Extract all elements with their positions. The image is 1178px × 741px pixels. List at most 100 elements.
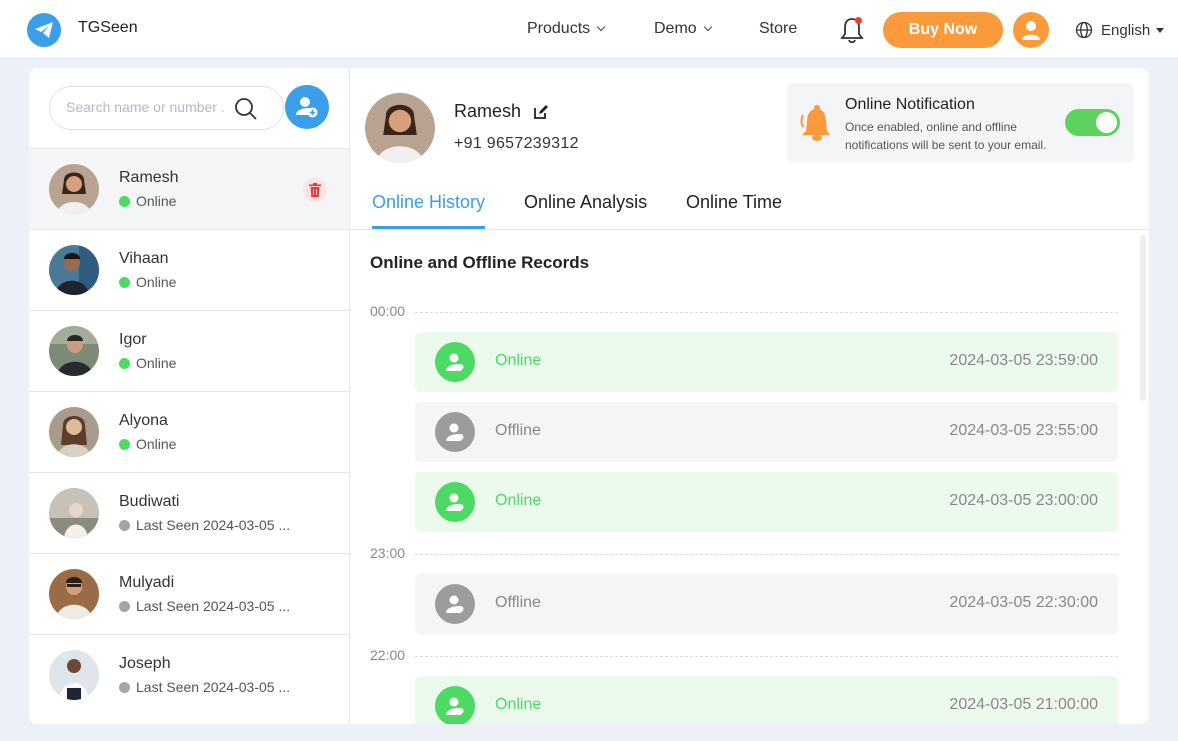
avatar: [49, 245, 99, 295]
contact-name: Igor: [119, 331, 147, 348]
contacts-sidebar: Ramesh Online: [29, 68, 350, 724]
record-time: 2024-03-05 23:00:00: [949, 492, 1098, 509]
contact-status: Last Seen 2024-03-05 ...: [119, 598, 290, 614]
avatar: [49, 650, 99, 700]
contact-item-mulyadi[interactable]: Mulyadi Last Seen 2024-03-05 ...: [29, 553, 349, 634]
records-timeline: 00:00 Online 2024-03-05 23:59:00 Offline…: [370, 300, 1118, 724]
contact-item-alyona[interactable]: Alyona Online: [29, 391, 349, 472]
user-status-icon: [435, 482, 475, 522]
contact-name: Vihaan: [119, 250, 169, 267]
contact-name: Ramesh: [119, 169, 179, 186]
contact-status: Last Seen 2024-03-05 ...: [119, 679, 290, 695]
offline-dot: [119, 519, 130, 531]
record-row: Offline 2024-03-05 23:55:00: [415, 402, 1118, 462]
contact-item-budiwati[interactable]: Budiwati Last Seen 2024-03-05 ...: [29, 472, 349, 553]
buy-now-button[interactable]: Buy Now: [883, 12, 1003, 48]
record-time: 2024-03-05 23:59:00: [949, 352, 1098, 369]
avatar: [49, 569, 99, 619]
status-text: Online: [136, 436, 177, 452]
nav-products[interactable]: Products: [527, 20, 606, 38]
chevron-down-icon: [703, 22, 712, 32]
brand-name[interactable]: TGSeen: [78, 19, 138, 37]
edit-icon[interactable]: [533, 104, 549, 120]
search-input[interactable]: [66, 99, 226, 115]
record-time: 2024-03-05 21:00:00: [949, 696, 1098, 713]
nav-store-label: Store: [759, 20, 798, 37]
online-notification-panel: Online Notification Once enabled, online…: [787, 83, 1134, 162]
status-text: Last Seen 2024-03-05 ...: [136, 598, 291, 614]
history-tabs: Online History Online Analysis Online Ti…: [350, 188, 1149, 230]
user-status-icon: [435, 412, 475, 452]
notification-toggle[interactable]: [1065, 109, 1120, 136]
avatar: [49, 326, 99, 376]
contact-name: Joseph: [119, 655, 171, 672]
hour-label: 22:00: [370, 647, 406, 663]
add-contact-button[interactable]: [285, 85, 329, 129]
notification-description: Once enabled, online and offline notific…: [845, 120, 1047, 152]
online-dot: [119, 276, 130, 288]
contact-item-joseph[interactable]: Joseph Last Seen 2024-03-05 ...: [29, 634, 349, 715]
user-icon: [1022, 21, 1040, 40]
user-status-icon: [435, 342, 475, 382]
record-row: Online 2024-03-05 21:00:00: [415, 676, 1118, 724]
record-time: 2024-03-05 23:55:00: [949, 422, 1098, 439]
delete-contact-button[interactable]: [303, 178, 327, 202]
nav-store[interactable]: Store: [759, 20, 797, 38]
contact-status: Online: [119, 274, 176, 290]
contact-item-ramesh[interactable]: Ramesh Online: [29, 148, 349, 229]
record-status: Online: [495, 492, 542, 509]
online-dot: [119, 438, 130, 450]
contact-status: Online: [119, 436, 176, 452]
user-avatar[interactable]: [1013, 12, 1049, 48]
hour-divider: 22:00: [370, 644, 1118, 666]
contact-name: Alyona: [119, 412, 168, 429]
record-status: Online: [495, 352, 542, 369]
contact-item-vihaan[interactable]: Vihaan Online: [29, 229, 349, 310]
contact-status: Online: [119, 355, 176, 371]
dashed-divider: [415, 656, 1118, 657]
hour-divider: 00:00: [370, 300, 1118, 322]
trash-icon: [309, 183, 321, 197]
tab-online-time[interactable]: Online Time: [686, 192, 782, 229]
tab-online-history[interactable]: Online History: [372, 192, 486, 229]
status-text: Online: [136, 274, 177, 290]
record-row: Offline 2024-03-05 22:30:00: [415, 574, 1118, 634]
contact-status: Last Seen 2024-03-05 ...: [119, 517, 290, 533]
caret-down-icon: [1156, 27, 1165, 33]
profile-name: Ramesh: [454, 101, 522, 121]
record-row: Online 2024-03-05 23:00:00: [415, 472, 1118, 532]
profile-phone: +91 9657239312: [454, 135, 579, 152]
record-row: Online 2024-03-05 23:59:00: [415, 332, 1118, 392]
chevron-down-icon: [596, 22, 606, 32]
avatar: [49, 407, 99, 457]
profile-avatar: [365, 93, 435, 163]
online-dot: [119, 195, 130, 207]
tab-online-analysis[interactable]: Online Analysis: [524, 192, 647, 229]
dashed-divider: [415, 312, 1118, 313]
scrollbar[interactable]: [1140, 235, 1146, 401]
notification-title: Online Notification: [845, 96, 975, 113]
status-text: Last Seen 2024-03-05 ...: [136, 517, 291, 533]
record-status: Offline: [495, 594, 541, 611]
avatar: [49, 488, 99, 538]
nav-demo[interactable]: Demo: [654, 20, 712, 38]
globe-icon: [1075, 21, 1093, 39]
user-status-icon: [435, 584, 475, 624]
records-title: Online and Offline Records: [370, 253, 590, 272]
language-selector[interactable]: English: [1075, 21, 1165, 39]
online-dot: [119, 357, 130, 369]
language-label: English: [1101, 21, 1151, 39]
notification-bell-icon: [800, 105, 830, 141]
hour-label: 23:00: [370, 545, 406, 561]
profile-name-row: Ramesh: [454, 101, 549, 122]
status-text: Online: [136, 355, 177, 371]
search-box: [49, 86, 284, 130]
contact-item-igor[interactable]: Igor Online: [29, 310, 349, 391]
record-status: Offline: [495, 422, 541, 439]
telegram-logo-icon[interactable]: [27, 13, 61, 47]
user-status-icon: [435, 686, 475, 724]
nav-products-label: Products: [527, 20, 591, 37]
hour-divider: 23:00: [370, 542, 1118, 564]
search-icon[interactable]: [234, 97, 258, 121]
notification-badge: [855, 17, 862, 24]
